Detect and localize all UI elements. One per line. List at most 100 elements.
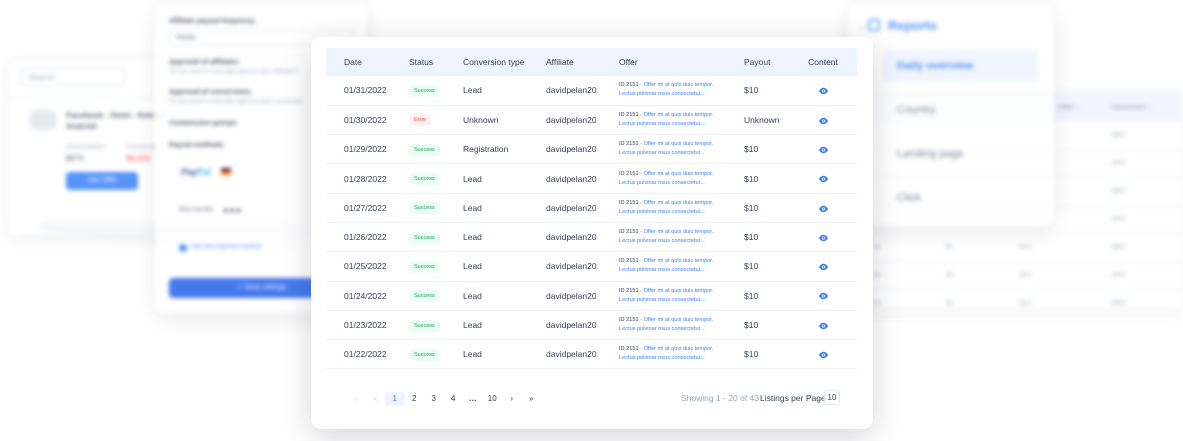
offer-cell[interactable]: ID 2151 - Offer mi at quis duis tempor. L… (601, 281, 726, 311)
offer-line-2[interactable]: Lectus pulvinar risus consectetur... (619, 90, 726, 99)
offer-name-link[interactable]: - Offer mi at quis duis tempor. (639, 141, 713, 147)
clicks-header[interactable]: Clicks ⌄ (1058, 104, 1081, 111)
offer-line-1[interactable]: ID 2151 - Offer mi at quis duis tempor. (619, 316, 726, 325)
date-cell: 01/28/2022 (326, 163, 391, 194)
column-header-affiliate[interactable]: Affiliate (528, 48, 601, 76)
reports-item-landing-page[interactable]: Landing page (883, 138, 1038, 170)
offer-line-1[interactable]: ID 2151 - Offer mi at quis duis tempor. (619, 257, 726, 266)
offer-name-link[interactable]: - Offer mi at quis duis tempor. (639, 317, 713, 323)
offer-line-1[interactable]: ID 2151 - Offer mi at quis duis tempor. (619, 111, 726, 120)
eye-icon[interactable] (818, 291, 829, 301)
offer-line-1[interactable]: ID 2151 - Offer mi at quis duis tempor. (619, 199, 726, 208)
column-header-payout[interactable]: Payout (726, 48, 793, 76)
table-row[interactable]: 01/26/2022 Success Lead davidpelan20 ID 2151… (326, 222, 857, 253)
column-header-status[interactable]: Status (391, 48, 445, 76)
offer-name-link[interactable]: - Offer mi at quis duis tempor. (639, 229, 713, 235)
offer-name-link[interactable]: - Offer mi at quis duis tempor. (639, 200, 713, 206)
offer-name-link[interactable]: - Offer mi at quis duis tempor. (639, 82, 713, 88)
offer-line-1[interactable]: ID 2151 - Offer mi at quis duis tempor. (619, 345, 726, 354)
pagination-page-4[interactable]: 4 (444, 392, 464, 406)
listings-per-page-select[interactable]: 10 (824, 390, 840, 405)
table-row[interactable]: 01/24/2022 Success Lead davidpelan20 ID 2151… (326, 281, 857, 311)
offer-line-1[interactable]: ID 2151 - Offer mi at quis duis tempor. (619, 228, 726, 237)
reports-item-click[interactable]: Click (883, 182, 1038, 214)
pagination-page-10[interactable]: 10 (483, 392, 503, 406)
offer-line-2[interactable]: Lectus pulvinar risus consectetur... (619, 296, 726, 305)
chevron-down-icon[interactable]: ⌄ (858, 21, 866, 32)
pagination-last-button[interactable]: » (522, 392, 542, 406)
eye-icon[interactable] (818, 261, 829, 271)
conversions-header[interactable]: Conversions ⌄ (1112, 104, 1152, 111)
offer-cell[interactable]: ID 2151 - Offer mi at quis duis tempor. L… (601, 193, 726, 223)
offer-line-2[interactable]: Lectus pulvinar risus consectetur... (619, 237, 726, 246)
table-row[interactable]: 01/31/2022 Success Lead davidpelan20 ID 2151… (326, 76, 857, 106)
more-dots-icon[interactable]: ●●● (223, 205, 242, 215)
pagination-page-2[interactable]: 2 (405, 392, 425, 406)
offer-line-2[interactable]: Lectus pulvinar risus consectetur... (619, 208, 726, 217)
eye-icon[interactable] (818, 115, 829, 125)
table-row[interactable]: 01/29/2022 Success Registration davidpelan2… (326, 134, 857, 165)
eye-icon[interactable] (818, 203, 829, 213)
offer-cell[interactable]: ID 2151 - Offer mi at quis duis tempor. L… (601, 163, 726, 194)
offer-line-2[interactable]: Lectus pulvinar risus consectetur... (619, 149, 726, 158)
payout-methods-label: Payout methods (169, 142, 224, 149)
table-row[interactable]: 01/25/2022 Success Lead davidpelan20 ID 2151… (326, 251, 857, 282)
join-offer-button[interactable]: Join Offer (66, 172, 138, 190)
offer-name-link[interactable]: - Offer mi at quis duis tempor. (639, 258, 713, 264)
reports-item-country[interactable]: Country (883, 94, 1038, 126)
eye-icon[interactable] (818, 144, 829, 154)
eye-icon[interactable] (818, 85, 829, 95)
offer-line-1[interactable]: ID 2151 - Offer mi at quis duis tempor. (619, 287, 726, 296)
eye-icon[interactable] (818, 232, 829, 242)
table-row[interactable]: 01/23/2022 Success Lead davidpelan20 ID 2151… (326, 310, 857, 341)
offer-name-link[interactable]: - Offer mi at quis duis tempor. (639, 171, 713, 177)
offer-line-2[interactable]: Lectus pulvinar risus consectetur... (619, 325, 726, 334)
offer-line-2[interactable]: Lectus pulvinar risus consectetur... (619, 120, 726, 129)
offer-line-2[interactable]: Lectus pulvinar risus consectetur... (619, 179, 726, 188)
table-row[interactable]: 01/28/2022 Success Lead davidpelan20 ID 2151… (326, 163, 857, 194)
offer-name-link[interactable]: - Offer mi at quis duis tempor. (639, 112, 713, 118)
offer-cell[interactable]: ID 2151 - Offer mi at quis duis tempor. L… (601, 105, 726, 136)
offer-cell[interactable]: ID 2151 - Offer mi at quis duis tempor. L… (601, 134, 726, 165)
table-row[interactable]: 01/27/2022 Success Lead davidpelan20 ID 2151… (326, 193, 857, 223)
offer-cell[interactable]: ID 2151 - Offer mi at quis duis tempor. L… (601, 76, 726, 106)
search-input[interactable]: Search (20, 68, 125, 86)
offer-line-1[interactable]: ID 2151 - Offer mi at quis duis tempor. (619, 170, 726, 179)
table-row[interactable]: 01/30/2022 Error Unknown davidpelan20 ID 215… (326, 105, 857, 136)
add-payment-link[interactable]: Add new payment method (191, 244, 261, 250)
column-header-conversion-type[interactable]: Conversion type (445, 48, 528, 76)
content-cell (793, 193, 857, 223)
conversion-type-cell: Lead (445, 163, 528, 194)
offer-line-2[interactable]: Lectus pulvinar risus consectetur... (619, 354, 726, 363)
column-header-content[interactable]: Content (793, 48, 857, 76)
offer-cell[interactable]: ID 2151 - Offer mi at quis duis tempor. L… (601, 222, 726, 253)
pagination-first-button[interactable]: « (366, 392, 386, 406)
pagination-page-1[interactable]: 1 (385, 392, 405, 406)
content-cell (793, 163, 857, 194)
offer-line-1[interactable]: ID 2151 - Offer mi at quis duis tempor. (619, 81, 726, 90)
offer-name-link[interactable]: - Offer mi at quis duis tempor. (639, 346, 713, 352)
pagination-next-button[interactable]: › (502, 392, 522, 406)
reports-item-daily-overview[interactable]: Daily overview (883, 50, 1038, 82)
payout-cell: $10 (726, 193, 793, 223)
eye-icon[interactable] (818, 320, 829, 330)
offer-line-2[interactable]: Lectus pulvinar risus consectetur... (619, 266, 726, 275)
report-table-cell: $000 (1112, 133, 1126, 139)
pagination-prev-button[interactable]: ‹ (346, 392, 366, 406)
offer-line-1[interactable]: ID 2151 - Offer mi at quis duis tempor. (619, 140, 726, 149)
offer-name-link[interactable]: - Offer mi at quis duis tempor. (639, 288, 713, 294)
payout-cell: $10 (726, 134, 793, 165)
report-table-cell: $000 (1112, 161, 1126, 167)
report-table-row: 0% $0 $0.0 $000 (860, 234, 1183, 262)
table-row[interactable]: 01/22/2022 Success Lead davidpelan20 ID 2151… (326, 339, 857, 370)
column-header-offer[interactable]: Offer (601, 48, 726, 76)
date-cell: 01/26/2022 (326, 222, 391, 253)
commission-value: $975 (66, 154, 84, 163)
column-header-date[interactable]: Date (326, 48, 391, 76)
pagination-page-3[interactable]: 3 (424, 392, 444, 406)
offer-cell[interactable]: ID 2151 - Offer mi at quis duis tempor. L… (601, 251, 726, 282)
eye-icon[interactable] (818, 349, 829, 359)
offer-cell[interactable]: ID 2151 - Offer mi at quis duis tempor. L… (601, 339, 726, 370)
eye-icon[interactable] (818, 174, 829, 184)
offer-cell[interactable]: ID 2151 - Offer mi at quis duis tempor. L… (601, 310, 726, 341)
